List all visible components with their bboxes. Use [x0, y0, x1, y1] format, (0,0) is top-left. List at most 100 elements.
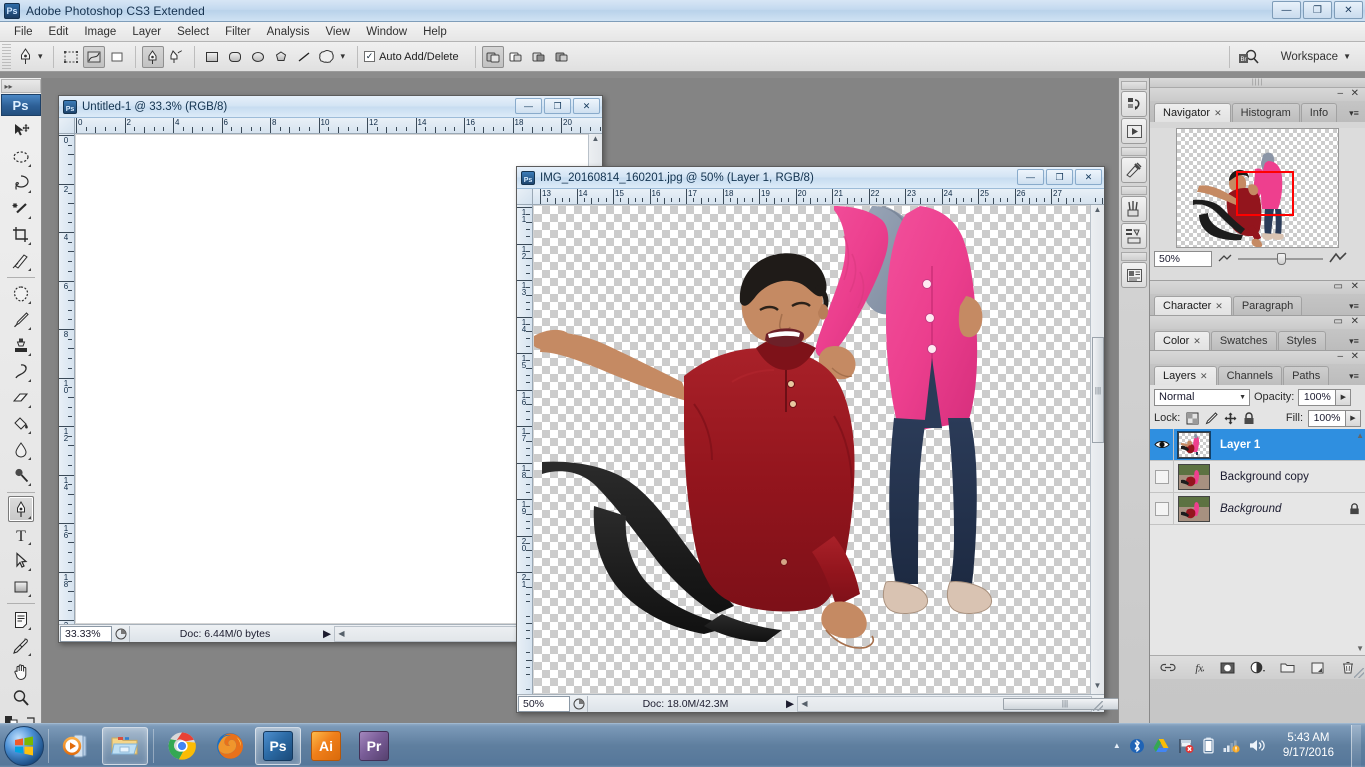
subtract-from-path-icon[interactable] — [505, 46, 527, 68]
tab-navigator[interactable]: Navigator ✕ — [1154, 103, 1231, 122]
document-profile-icon[interactable] — [570, 695, 588, 712]
layer-thumbnail-cell[interactable] — [1174, 431, 1214, 458]
layer-thumbnail[interactable] — [1178, 495, 1210, 522]
menu-filter[interactable]: Filter — [217, 24, 259, 40]
patch-tool[interactable] — [8, 281, 34, 307]
path-selection-tool[interactable] — [8, 548, 34, 574]
horizontal-scrollbar-img[interactable]: ◀ ||| ▶ — [797, 695, 1127, 712]
layer-name[interactable]: Layer 1 — [1214, 439, 1343, 451]
zoom-level-field-img[interactable]: 50% — [518, 695, 570, 712]
navigator-zoom-slider[interactable] — [1238, 253, 1323, 265]
eye-off-icon[interactable] — [1154, 469, 1169, 484]
color-close-icon[interactable]: ✕ — [1351, 317, 1359, 327]
menu-help[interactable]: Help — [415, 24, 455, 40]
status-menu-arrow[interactable]: ▶ — [783, 698, 797, 710]
document-profile-icon[interactable] — [112, 625, 130, 642]
mozilla-firefox-icon[interactable] — [207, 727, 253, 765]
layer-name[interactable]: Background — [1214, 503, 1343, 515]
rectangle-shape-tool[interactable] — [8, 574, 34, 600]
clone-source-icon[interactable] — [1121, 223, 1147, 249]
hand-tool[interactable] — [8, 659, 34, 685]
panel-resize-grip[interactable] — [1354, 668, 1364, 678]
pen-tool[interactable] — [7, 496, 34, 522]
auto-add-delete-checkbox[interactable]: ✓ — [364, 51, 376, 62]
layer-visibility-cell[interactable] — [1150, 428, 1174, 461]
document-titlebar-img[interactable]: Ps IMG_20160814_160201.jpg @ 50% (Layer … — [517, 167, 1104, 189]
zoom-tool[interactable] — [8, 685, 34, 711]
shape-caret-icon[interactable]: ▾ — [341, 51, 346, 62]
pen-tool-icon[interactable] — [14, 46, 36, 68]
horizontal-scroll-thumb-img[interactable]: ||| — [1003, 697, 1127, 710]
dodge-tool[interactable] — [8, 463, 34, 489]
rounded-rectangle-icon[interactable] — [224, 46, 246, 68]
add-to-path-icon[interactable] — [481, 45, 504, 68]
fill-pixels-icon[interactable] — [106, 46, 128, 68]
custom-shape-icon[interactable] — [316, 46, 338, 68]
paint-bucket-tool[interactable] — [8, 411, 34, 437]
new-layer-icon[interactable] — [1310, 660, 1326, 676]
menu-window[interactable]: Window — [358, 24, 415, 40]
zoom-out-icon[interactable] — [1218, 253, 1232, 265]
vertical-ruler-img[interactable]: 1112131415161718192021 — [517, 205, 533, 694]
type-tool[interactable]: T — [8, 522, 34, 548]
menu-file[interactable]: File — [6, 24, 41, 40]
photoshop-icon[interactable]: Ps — [255, 726, 301, 765]
opacity-stepper[interactable]: ▶ — [1336, 388, 1352, 406]
file-explorer-icon[interactable] — [102, 726, 148, 765]
horizontal-ruler-untitled-1[interactable]: 0 2 4 6 8 10 12 14 16 18 20 — [75, 118, 602, 134]
close-button[interactable]: ✕ — [1334, 1, 1363, 19]
polygon-icon[interactable] — [270, 46, 292, 68]
tool-preset-caret-icon[interactable]: ▾ — [38, 51, 43, 62]
eyedropper-tool[interactable] — [8, 633, 34, 659]
document-close-button[interactable]: ✕ — [573, 98, 600, 114]
scroll-down-arrow[interactable]: ▼ — [1094, 681, 1102, 694]
paths-icon[interactable] — [82, 45, 105, 68]
horizontal-ruler-img[interactable]: 13 14 15 16 17 18 19 20 21 22 23 24 25 26 27 — [533, 189, 1104, 205]
opacity-field[interactable]: 100% — [1298, 388, 1337, 406]
table-row[interactable]: Background copy — [1150, 460, 1365, 493]
resize-grip-img[interactable] — [1093, 701, 1103, 711]
add-layer-mask-icon[interactable] — [1220, 660, 1236, 676]
scroll-up-arrow[interactable]: ▲ — [592, 134, 600, 147]
slice-tool[interactable] — [8, 248, 34, 274]
scroll-left-arrow[interactable]: ◀ — [335, 629, 348, 638]
toolbar-collapse-button[interactable]: ▸▸ — [0, 79, 41, 93]
layer-list-scroll-up-arrow[interactable]: ▲ — [1356, 431, 1364, 440]
elliptical-marquee-tool[interactable] — [8, 144, 34, 170]
color-minimize-icon[interactable]: ▭ — [1334, 317, 1343, 327]
action-center-flag-icon[interactable] — [1178, 738, 1194, 754]
options-bar-grip[interactable] — [2, 43, 11, 70]
tab-color[interactable]: Color ✕ — [1154, 331, 1210, 350]
battery-icon[interactable] — [1203, 737, 1214, 754]
document-restore-button[interactable]: ❐ — [544, 98, 571, 114]
google-drive-icon[interactable] — [1153, 738, 1169, 753]
tab-character-close-icon[interactable]: ✕ — [1215, 301, 1223, 312]
minimize-button[interactable]: — — [1272, 1, 1301, 19]
tab-paragraph[interactable]: Paragraph — [1232, 296, 1303, 315]
table-row[interactable]: Background — [1150, 492, 1365, 525]
navigator-close-icon[interactable]: ✕ — [1351, 89, 1359, 99]
fill-field[interactable]: 100% — [1308, 409, 1346, 427]
canvas-untitled-1[interactable] — [76, 135, 588, 623]
actions-icon[interactable] — [1121, 118, 1147, 144]
document-titlebar-untitled-1[interactable]: Ps Untitled-1 @ 33.3% (RGB/8) — ❐ ✕ — [59, 96, 602, 118]
tab-swatches[interactable]: Swatches — [1210, 331, 1277, 350]
navigator-panel-menu-icon[interactable]: ▾≡ — [1347, 106, 1361, 120]
color-panel-menu-icon[interactable]: ▾≡ — [1347, 334, 1361, 348]
show-desktop-button[interactable] — [1351, 724, 1361, 767]
history-brush-tool[interactable] — [8, 359, 34, 385]
history-icon[interactable] — [1121, 91, 1147, 117]
tab-character[interactable]: Character ✕ — [1154, 296, 1232, 315]
vertical-scrollbar-img[interactable]: ▲ ||| ▼ — [1090, 205, 1104, 694]
document-minimize-button[interactable]: — — [1017, 169, 1044, 185]
zoom-level-field-untitled-1[interactable]: 33.33% — [60, 625, 112, 642]
tab-channels[interactable]: Channels — [1217, 366, 1283, 385]
document-window-img[interactable]: Ps IMG_20160814_160201.jpg @ 50% (Layer … — [516, 166, 1127, 713]
document-close-button[interactable]: ✕ — [1075, 169, 1102, 185]
windows-start-icon[interactable] — [4, 725, 44, 766]
menu-image[interactable]: Image — [76, 24, 124, 40]
layer-name[interactable]: Background copy — [1214, 471, 1343, 483]
character-close-icon[interactable]: ✕ — [1351, 282, 1359, 292]
freeform-pen-icon[interactable] — [165, 46, 187, 68]
blend-mode-select[interactable]: Normal ▼ — [1154, 388, 1250, 406]
